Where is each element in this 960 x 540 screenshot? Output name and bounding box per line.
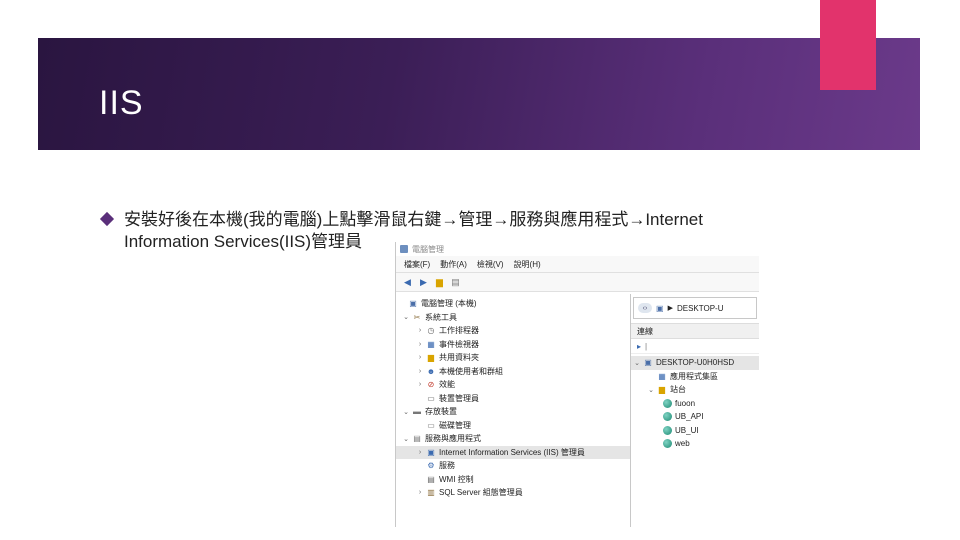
chevron-right-icon[interactable]: › [416,368,424,375]
chevron-down-icon[interactable]: ⌄ [402,313,410,321]
window-panes: ▣ 電腦管理 (本機) ⌄ ✂ 系統工具 › ◷ 工作排程器 › ▦ 事件檢視器… [396,294,759,527]
properties-icon[interactable]: ▤ [450,277,461,288]
app-pools-node[interactable]: ▦ 應用程式集區 [631,370,759,384]
window-titlebar: 電腦管理 [396,242,759,256]
chevron-right-icon[interactable]: › [416,354,424,361]
connections-toolbar: ▸ | [631,339,759,354]
chevron-right-icon[interactable]: › [416,449,424,456]
bullet-line-1: 安裝好後在本機(我的電腦)上點擊滑鼠右鍵→管理→服務與應用程式→Internet [124,210,703,229]
tree-item-disk-management[interactable]: ▭ 磁碟管理 [396,419,630,433]
globe-icon [663,398,672,408]
chevron-right-icon[interactable]: › [416,489,424,496]
tree-item-computer-management[interactable]: ▣ 電腦管理 (本機) [396,297,630,311]
tree-item-task-scheduler[interactable]: › ◷ 工作排程器 [396,324,630,338]
forward-icon[interactable]: ▶ [418,277,429,288]
tree-item-sql-server-config[interactable]: › ▥ SQL Server 組態管理員 [396,486,630,500]
menu-bar: 檔案(F) 動作(A) 檢視(V) 說明(H) [396,256,759,273]
toolbar: ◀ ▶ ▆ ▤ [396,273,759,292]
chevron-right-icon[interactable]: › [416,381,424,388]
services-gear-icon: ⚙ [427,461,435,471]
chevron-down-icon[interactable]: ⌄ [402,435,410,443]
server-node[interactable]: ⌄ ▣ DESKTOP-U0H0HSD [631,356,759,370]
left-tree-pane: ▣ 電腦管理 (本機) ⌄ ✂ 系統工具 › ◷ 工作排程器 › ▦ 事件檢視器… [396,294,631,527]
shared-folder-icon: ▆ [427,353,435,363]
folder-icon[interactable]: ▆ [434,277,445,288]
performance-icon: ⊘ [427,380,435,390]
chevron-right-icon[interactable]: › [416,327,424,334]
menu-view[interactable]: 檢視(V) [477,259,504,270]
tree-item-services-applications[interactable]: ⌄ ▤ 服務與應用程式 [396,432,630,446]
bullet-icon [99,211,115,227]
event-icon: ▦ [427,339,435,349]
users-icon: ☻ [426,366,436,376]
tree-item-system-tools[interactable]: ⌄ ✂ 系統工具 [396,311,630,325]
tree-item-iis-manager[interactable]: › ▣ Internet Information Services (IIS) … [396,445,630,459]
site-ub-ui[interactable]: UB_UI [631,424,759,438]
tree-item-wmi-control[interactable]: ▤ WMI 控制 [396,473,630,487]
address-bar[interactable]: ‹› ▣ ▶ DESKTOP-U [633,297,757,319]
site-ub-api[interactable]: UB_API [631,410,759,424]
computer-management-icon [400,245,408,253]
tree-item-event-viewer[interactable]: › ▦ 事件檢視器 [396,338,630,352]
tree-item-shared-folders[interactable]: › ▆ 共用資料夾 [396,351,630,365]
iis-connections-pane: ‹› ▣ ▶ DESKTOP-U 連線 ▸ | ⌄ ▣ DESKTOP-U0H0… [631,294,759,527]
tree-item-storage[interactable]: ⌄ ▬ 存放裝置 [396,405,630,419]
computer-management-window: 電腦管理 檔案(F) 動作(A) 檢視(V) 說明(H) ◀ ▶ ▆ ▤ ▣ 電… [395,242,759,527]
tools-icon: ✂ [413,312,421,322]
menu-file[interactable]: 檔案(F) [404,259,430,270]
app-pool-icon: ▦ [658,371,666,381]
sql-icon: ▥ [427,488,435,498]
nav-back-forward-icon[interactable]: ‹› [638,303,652,313]
globe-icon [663,425,672,435]
tree-item-local-users[interactable]: › ☻ 本機使用者和群組 [396,365,630,379]
back-icon[interactable]: ◀ [402,277,413,288]
server-icon: ▣ [644,358,652,368]
computer-icon: ▣ [409,299,417,309]
device-icon: ▭ [427,393,435,403]
menu-action[interactable]: 動作(A) [440,259,467,270]
accent-bar [820,0,876,90]
chevron-down-icon[interactable]: ⌄ [633,359,641,367]
wmi-icon: ▤ [427,474,435,484]
storage-icon: ▬ [413,407,421,417]
site-web[interactable]: web [631,437,759,451]
address-text: DESKTOP-U [676,303,724,313]
chevron-down-icon[interactable]: ⌄ [402,408,410,416]
tree-item-performance[interactable]: › ⊘ 效能 [396,378,630,392]
slide-title: IIS [99,84,144,122]
tree-item-services[interactable]: ⚙ 服務 [396,459,630,473]
sites-node[interactable]: ⌄ ▆ 站台 [631,383,759,397]
title-banner [38,38,920,150]
server-small-icon: ▣ [656,303,664,313]
window-title: 電腦管理 [412,244,444,254]
save-icon[interactable]: | [645,342,647,351]
chevron-down-icon[interactable]: ⌄ [647,386,655,394]
breadcrumb-arrow-icon: ▶ [667,305,673,312]
globe-icon [663,412,672,422]
connect-icon[interactable]: ▸ [637,342,641,351]
site-fuoon[interactable]: fuoon [631,397,759,411]
tree-item-device-manager[interactable]: ▭ 裝置管理員 [396,392,630,406]
chevron-right-icon[interactable]: › [416,341,424,348]
connections-header: 連線 [631,323,759,339]
services-icon: ▤ [413,434,421,444]
disk-icon: ▭ [427,420,435,430]
globe-icon [663,439,672,449]
clock-icon: ◷ [427,326,435,336]
sites-folder-icon: ▆ [658,385,666,395]
iis-icon: ▣ [427,447,435,457]
menu-help[interactable]: 說明(H) [514,259,541,270]
